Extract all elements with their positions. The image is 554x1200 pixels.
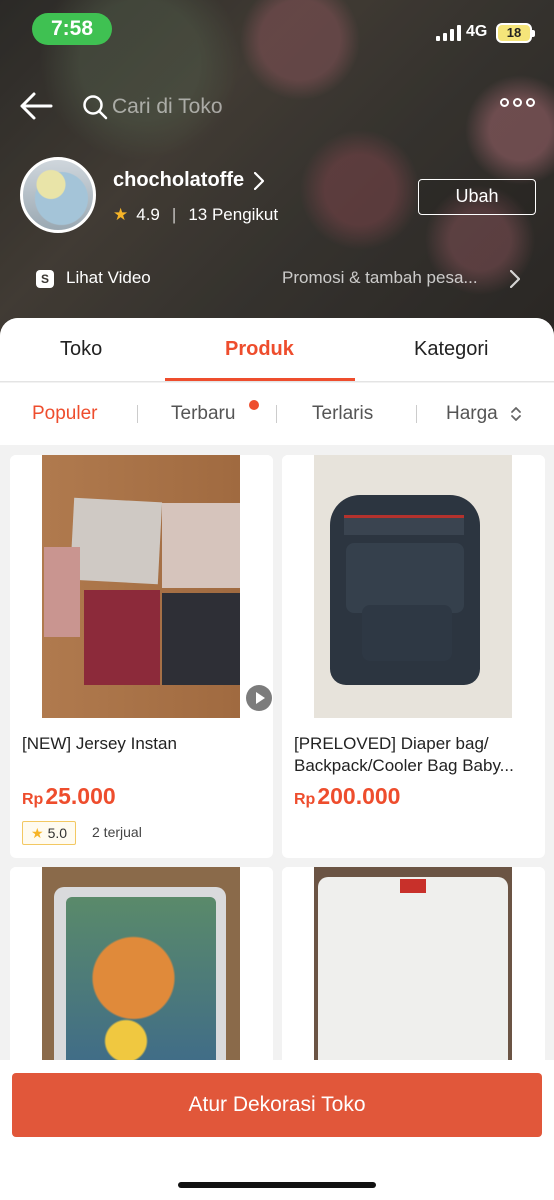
back-arrow-icon[interactable] xyxy=(18,90,54,122)
shop-followers: 13 Pengikut xyxy=(188,205,279,224)
edit-shop-button[interactable]: Ubah xyxy=(418,179,536,215)
product-price: Rp200.000 xyxy=(294,783,401,809)
sort-harga[interactable]: Harga xyxy=(446,403,498,425)
new-indicator-dot xyxy=(249,400,259,410)
tab-toko[interactable]: Toko xyxy=(60,338,102,361)
product-price: Rp25.000 xyxy=(22,783,116,809)
star-icon: ★ xyxy=(31,825,44,841)
product-sold-count: 2 terjual xyxy=(92,824,142,840)
tab-kategori[interactable]: Kategori xyxy=(414,338,489,361)
decorate-shop-button[interactable]: Atur Dekorasi Toko xyxy=(12,1073,542,1137)
product-image xyxy=(10,455,273,718)
status-time: 7:58 xyxy=(32,13,112,45)
view-video-link[interactable]: Lihat Video xyxy=(66,268,151,288)
video-play-icon xyxy=(246,685,272,711)
network-label: 4G xyxy=(466,23,488,40)
more-options-icon[interactable] xyxy=(500,98,536,114)
sort-divider xyxy=(137,405,138,423)
battery-icon: 18 xyxy=(496,23,535,43)
active-tab-indicator xyxy=(165,378,355,381)
main-tabs: Toko Produk Kategori xyxy=(0,318,554,382)
sort-terlaris[interactable]: Terlaris xyxy=(312,403,373,425)
chevron-right-icon xyxy=(510,270,520,288)
search-icon xyxy=(83,95,108,120)
product-image xyxy=(282,455,545,718)
top-nav xyxy=(0,80,554,132)
shop-info: chocholatoffe ★ 4.9 | 13 Pengikut Ubah xyxy=(0,155,554,245)
product-title: [NEW] Jersey Instan xyxy=(22,734,177,753)
sort-divider xyxy=(416,405,417,423)
sort-divider xyxy=(276,405,277,423)
sort-populer[interactable]: Populer xyxy=(32,403,98,425)
status-bar: 7:58 4G 18 xyxy=(0,0,554,58)
stats-divider: | xyxy=(171,205,177,224)
product-title: [PRELOVED] Diaper bag/ Backpack/Cooler B… xyxy=(294,734,514,775)
sort-arrows-icon xyxy=(511,407,521,421)
sort-terbaru[interactable]: Terbaru xyxy=(171,403,235,425)
product-card[interactable]: [NEW] Jersey Instan Rp25.000 ★ 5.0 2 terj… xyxy=(10,455,273,858)
shop-stats: ★ 4.9 | 13 Pengikut xyxy=(113,205,278,225)
search-input[interactable] xyxy=(112,92,372,122)
signal-icon xyxy=(436,25,461,41)
chevron-right-icon xyxy=(254,171,265,190)
video-row: S Lihat Video Promosi & tambah pesa... xyxy=(0,264,554,294)
promo-link[interactable]: Promosi & tambah pesa... xyxy=(282,268,478,288)
video-icon: S xyxy=(36,270,54,288)
shop-rating: 4.9 xyxy=(136,205,160,224)
shop-avatar[interactable] xyxy=(20,157,96,233)
shop-name-link[interactable]: chocholatoffe xyxy=(113,169,265,192)
tab-produk[interactable]: Produk xyxy=(225,338,294,361)
product-rating-badge: ★ 5.0 xyxy=(22,821,77,845)
product-card[interactable]: [PRELOVED] Diaper bag/ Backpack/Cooler B… xyxy=(282,455,545,858)
home-indicator[interactable] xyxy=(178,1182,376,1188)
sort-bar: Populer Terbaru Terlaris Harga xyxy=(0,383,554,445)
bottom-bar: Atur Dekorasi Toko xyxy=(0,1060,554,1200)
shop-name: chocholatoffe xyxy=(113,169,245,191)
star-icon: ★ xyxy=(113,205,129,224)
